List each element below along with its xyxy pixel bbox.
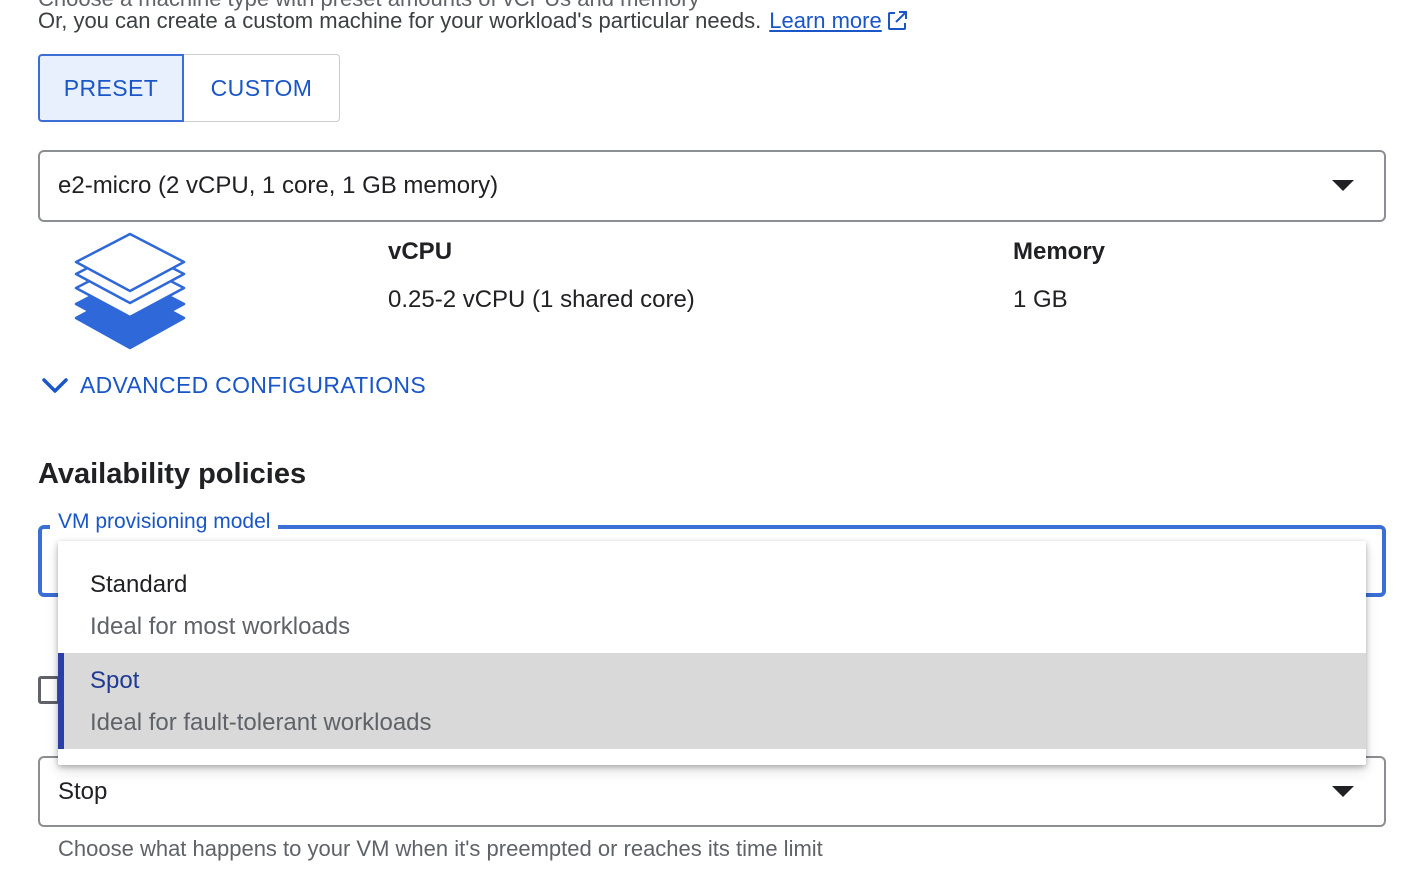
menu-item-title: Standard [90,571,188,598]
custom-tab[interactable]: CUSTOM [184,54,340,122]
machine-type-value: e2-micro (2 vCPU, 1 core, 1 GB memory) [58,172,499,199]
learn-more-link[interactable]: Learn more [769,8,882,34]
memory-value: 1 GB [1013,286,1068,313]
menu-item-spot[interactable]: Spot Ideal for fault-tolerant workloads [58,653,1366,749]
termination-action-select[interactable]: Stop [38,756,1386,827]
menu-item-description: Ideal for fault-tolerant workloads [90,709,432,736]
intro-text-row: Or, you can create a custom machine for … [38,8,908,34]
machine-type-select[interactable]: e2-micro (2 vCPU, 1 core, 1 GB memory) [38,150,1386,222]
machine-config-toggle: PRESET CUSTOM [38,54,340,122]
menu-item-title: Spot [90,667,140,694]
menu-item-standard[interactable]: Standard Ideal for most workloads [58,557,1366,653]
vcpu-value: 0.25-2 vCPU (1 shared core) [388,286,695,313]
advanced-configurations-toggle[interactable]: ADVANCED CONFIGURATIONS [40,372,426,399]
chevron-down-icon [1332,785,1354,797]
vm-provisioning-label: VM provisioning model [50,510,279,534]
checkbox[interactable] [38,676,60,704]
layers-icon [72,232,190,359]
availability-policies-heading: Availability policies [38,458,307,490]
termination-hint: Choose what happens to your VM when it's… [58,836,823,861]
memory-header: Memory [1013,238,1106,265]
preset-tab[interactable]: PRESET [38,54,184,122]
chevron-down-icon [42,377,68,393]
termination-action-value: Stop [58,777,108,805]
vcpu-header: vCPU [388,238,453,265]
external-link-icon[interactable] [886,10,908,32]
advanced-configurations-label: ADVANCED CONFIGURATIONS [80,372,426,398]
chevron-down-icon [1332,180,1354,191]
provisioning-model-menu: Standard Ideal for most workloads Spot I… [58,541,1366,765]
intro-text: Or, you can create a custom machine for … [38,8,762,33]
menu-item-description: Ideal for most workloads [90,613,351,640]
